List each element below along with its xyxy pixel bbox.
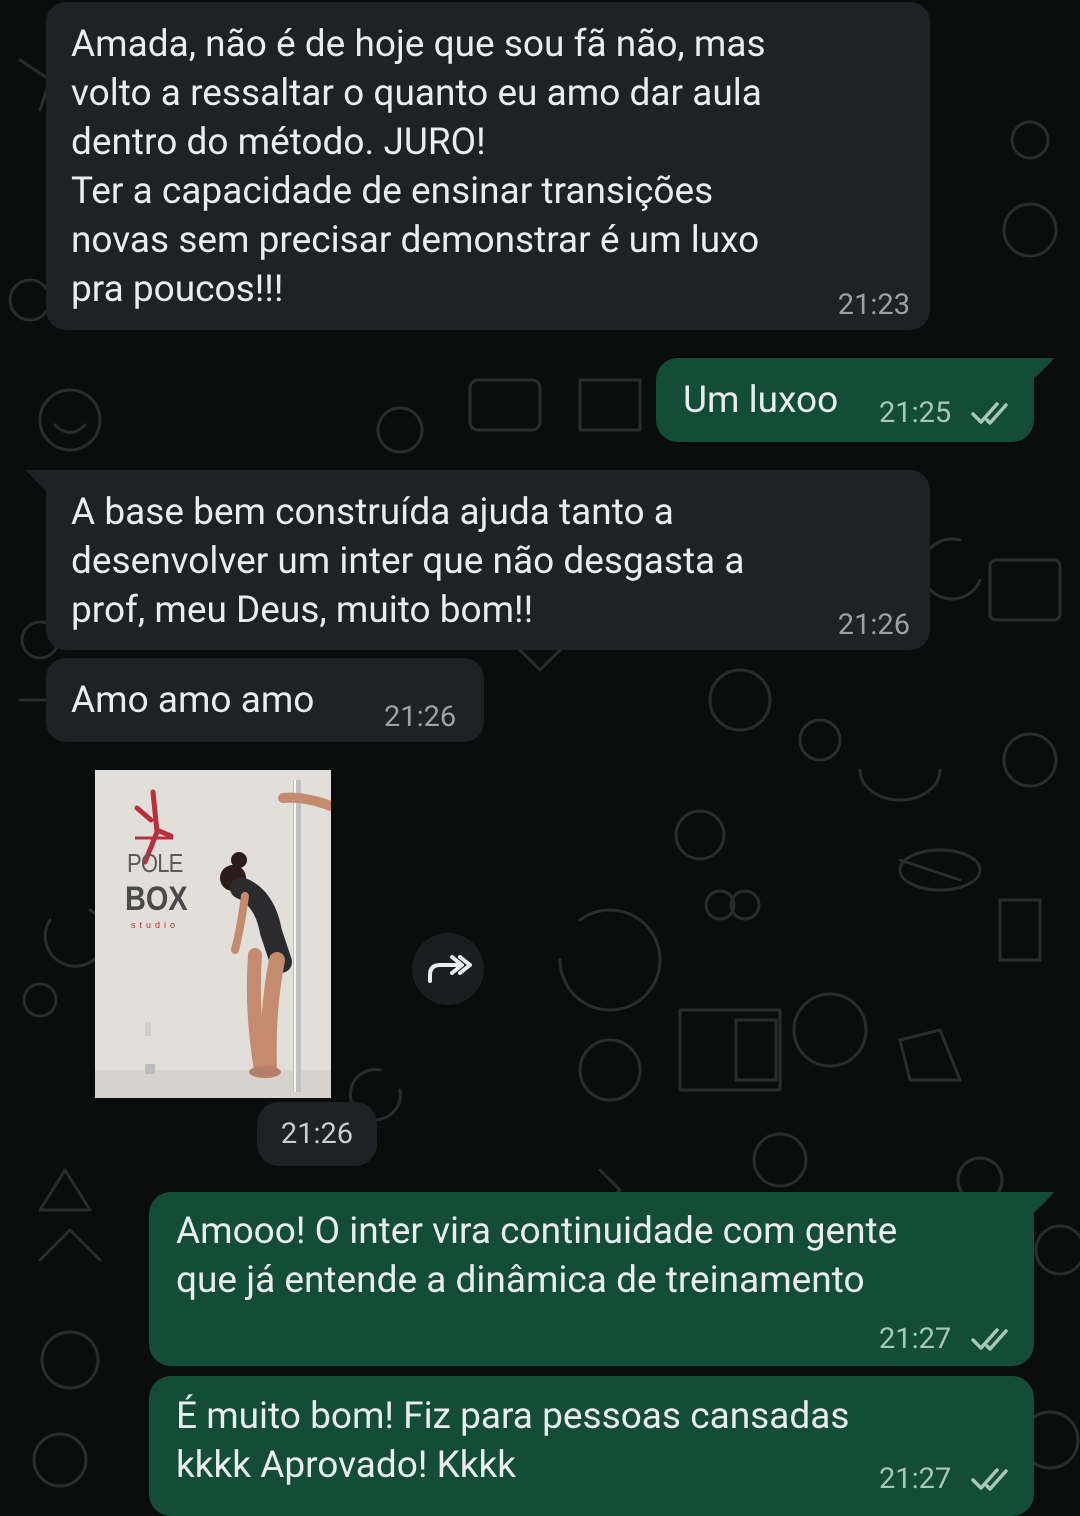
message-bubble-outgoing[interactable]: Amooo! O inter vira continuidade com gen… [149,1192,1034,1366]
double-check-icon [971,1328,1008,1351]
video-thumbnail [95,770,331,1098]
logo-text-pole: POLE [127,848,183,878]
message-bubble-outgoing[interactable]: É muito bom! Fiz para pessoas cansadas k… [149,1376,1034,1516]
message-text: Um luxoo [683,379,839,422]
message-time: 21:23 [837,288,910,322]
message-text: Amooo! O inter vira continuidade com gen… [176,1210,898,1302]
bubble-tail [26,470,48,492]
double-check-icon [971,402,1008,425]
message-time: 21:25 [879,396,952,430]
double-check-icon [971,1468,1008,1491]
video-message[interactable]: POLE BOX studio [95,770,331,1098]
bubble-tail [1032,358,1054,380]
message-text: A base bem construída ajuda tanto a dese… [71,491,745,632]
message-bubble-incoming[interactable]: Amo amo amo 21:26 [46,658,484,742]
message-bubble-incoming[interactable]: Amada, não é de hoje que sou fã não, mas… [46,2,930,330]
message-bubble-outgoing[interactable]: Um luxoo 21:25 [656,358,1034,442]
message-time: 21:26 [837,608,910,642]
logo-text-studio: studio [131,920,180,930]
message-time: 21:27 [879,1462,952,1496]
bubble-tail [1032,1192,1054,1214]
message-text: Amada, não é de hoje que sou fã não, mas… [71,23,766,311]
message-time: 21:26 [384,700,457,734]
message-time: 21:26 [257,1102,377,1166]
forward-button[interactable] [412,933,484,1005]
forward-icon [428,955,472,983]
logo-text-box: BOX [125,880,188,918]
message-bubble-incoming[interactable]: A base bem construída ajuda tanto a dese… [46,470,930,650]
message-time: 21:27 [879,1322,952,1356]
